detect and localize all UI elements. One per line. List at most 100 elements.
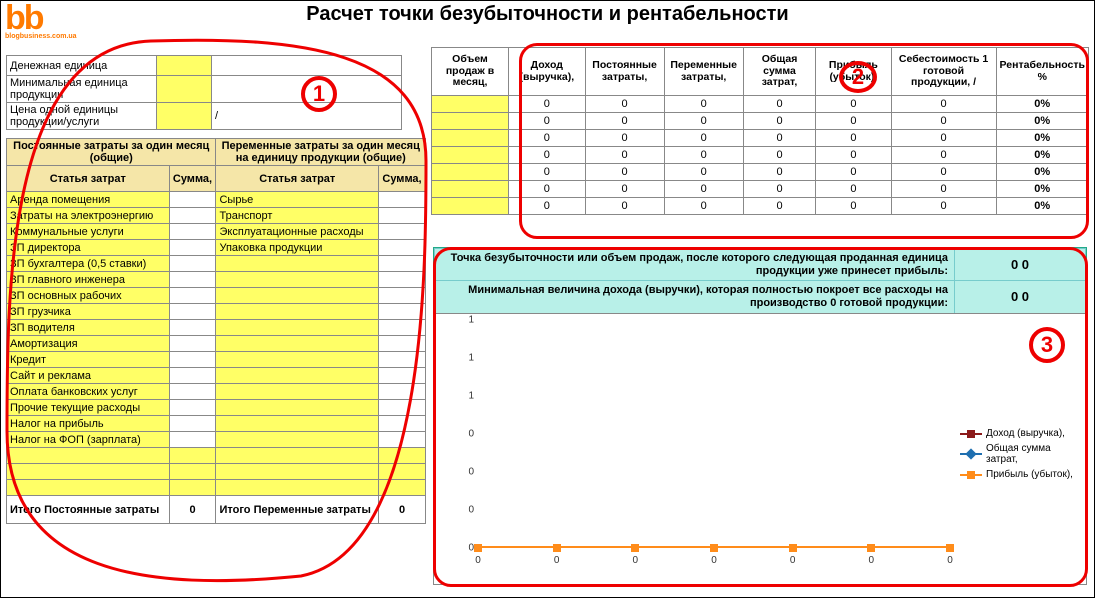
chart-legend: Доход (выручка), Общая сумма затрат, При… [960, 424, 1080, 484]
table-cell: 0 [664, 130, 743, 147]
param-input[interactable] [157, 76, 212, 103]
summary-val-0: 0 0 [955, 249, 1086, 281]
sum-input[interactable] [169, 208, 216, 224]
table-cell: 0 [816, 181, 891, 198]
rtop-h0: Объем продаж в месяц, [432, 48, 509, 96]
table-cell[interactable] [432, 130, 509, 147]
table-row: 0000000% [432, 147, 1089, 164]
table-cell: 0 [891, 181, 996, 198]
param-input[interactable] [157, 56, 212, 76]
fixed-item: ЗП грузчика [7, 304, 170, 320]
chart-marker-icon [553, 544, 561, 552]
table-cell: 0 [816, 147, 891, 164]
param-label: Цена одной единицы продукции/услуги [7, 103, 157, 130]
fixed-item: Коммунальные услуги [7, 224, 170, 240]
sum-input[interactable] [379, 208, 426, 224]
legend-item: Доход (выручка), [960, 428, 1080, 439]
var-item: Упаковка продукции [216, 240, 379, 256]
col-item: Статья затрат [7, 166, 170, 192]
sum-input[interactable] [169, 192, 216, 208]
table-row: 0000000% [432, 198, 1089, 215]
chart-marker-icon [867, 544, 875, 552]
chart-marker-icon [946, 544, 954, 552]
chart-xtick: 0 [869, 555, 875, 566]
table-cell[interactable] [432, 96, 509, 113]
sum-input[interactable] [379, 240, 426, 256]
fixed-total-label: Итого Постоянные затраты [7, 496, 170, 524]
var-total-value: 0 [379, 496, 426, 524]
table-cell[interactable] [432, 198, 509, 215]
table-row: 0000000% [432, 164, 1089, 181]
table-cell: 0 [664, 164, 743, 181]
sum-input[interactable] [379, 224, 426, 240]
chart-ytick: 0 [438, 505, 474, 516]
table-cell: 0% [996, 147, 1088, 164]
table-cell: 0% [996, 181, 1088, 198]
logo-sub: blogbusiness.com.ua [5, 34, 77, 40]
table-cell: 0 [664, 113, 743, 130]
table-cell: 0 [585, 130, 664, 147]
table-cell[interactable] [432, 113, 509, 130]
page-title: Расчет точки безубыточности и рентабельн… [1, 3, 1094, 26]
param-input[interactable] [157, 103, 212, 130]
sum-input[interactable] [379, 192, 426, 208]
results-table: Объем продаж в месяц, Доход (выручка), П… [431, 47, 1089, 215]
chart-ytick: 0 [438, 467, 474, 478]
fixed-header: Постоянные затраты за один месяц (общие) [7, 139, 216, 166]
table-cell: 0 [743, 164, 815, 181]
summary-box: Точка безубыточности или объем продаж, п… [433, 247, 1087, 315]
table-cell: 0% [996, 164, 1088, 181]
table-cell: 0 [585, 147, 664, 164]
summary-val-1: 0 0 [955, 281, 1086, 313]
fixed-item: Аренда помещения [7, 192, 170, 208]
table-row: 0000000% [432, 181, 1089, 198]
var-total-label: Итого Переменные затраты [216, 496, 379, 524]
table-cell: 0 [509, 181, 586, 198]
legend-swatch-icon [960, 470, 982, 480]
table-cell[interactable] [432, 147, 509, 164]
param-unit [212, 76, 402, 103]
chart-xtick: 0 [633, 555, 639, 566]
table-cell: 0 [743, 96, 815, 113]
col-sum: Сумма, [169, 166, 216, 192]
chart-xtick: 0 [947, 555, 953, 566]
rtop-h4: Общая сумма затрат, [743, 48, 815, 96]
table-cell: 0 [585, 164, 664, 181]
table-cell[interactable] [432, 181, 509, 198]
params-table: Денежная единица Минимальная единица про… [6, 55, 402, 130]
legend-swatch-icon [960, 449, 982, 459]
sum-input[interactable] [169, 224, 216, 240]
chart-plot: 0000111 0000000 [478, 320, 950, 566]
table-row: 0000000% [432, 130, 1089, 147]
table-cell: 0 [509, 147, 586, 164]
table-cell: 0 [816, 198, 891, 215]
table-cell: 0% [996, 130, 1088, 147]
legend-item: Прибыль (убыток), [960, 469, 1080, 480]
table-cell: 0 [816, 113, 891, 130]
sum-input[interactable] [169, 272, 216, 288]
param-label: Минимальная единица продукции [7, 76, 157, 103]
sum-input[interactable] [169, 256, 216, 272]
table-cell: 0% [996, 113, 1088, 130]
var-item: Сырье [216, 192, 379, 208]
param-row: Минимальная единица продукции [7, 76, 402, 103]
chart-marker-icon [474, 544, 482, 552]
var-item: Эксплуатационные расходы [216, 224, 379, 240]
chart-ytick: 0 [438, 429, 474, 440]
fixed-item: Налог на прибыль [7, 416, 170, 432]
var-item: Транспорт [216, 208, 379, 224]
chart-ytick: 0 [438, 543, 474, 554]
fixed-item: Сайт и реклама [7, 368, 170, 384]
var-empty [216, 256, 379, 272]
sum-input[interactable] [169, 240, 216, 256]
param-row: Денежная единица [7, 56, 402, 76]
table-cell: 0 [891, 113, 996, 130]
table-cell[interactable] [432, 164, 509, 181]
left-panel: Денежная единица Минимальная единица про… [6, 55, 426, 524]
var-header: Переменные затраты за один месяц на един… [216, 139, 426, 166]
table-cell: 0 [891, 147, 996, 164]
col-sum: Сумма, [379, 166, 426, 192]
sum-input[interactable] [379, 256, 426, 272]
table-cell: 0 [816, 96, 891, 113]
chart-marker-icon [789, 544, 797, 552]
